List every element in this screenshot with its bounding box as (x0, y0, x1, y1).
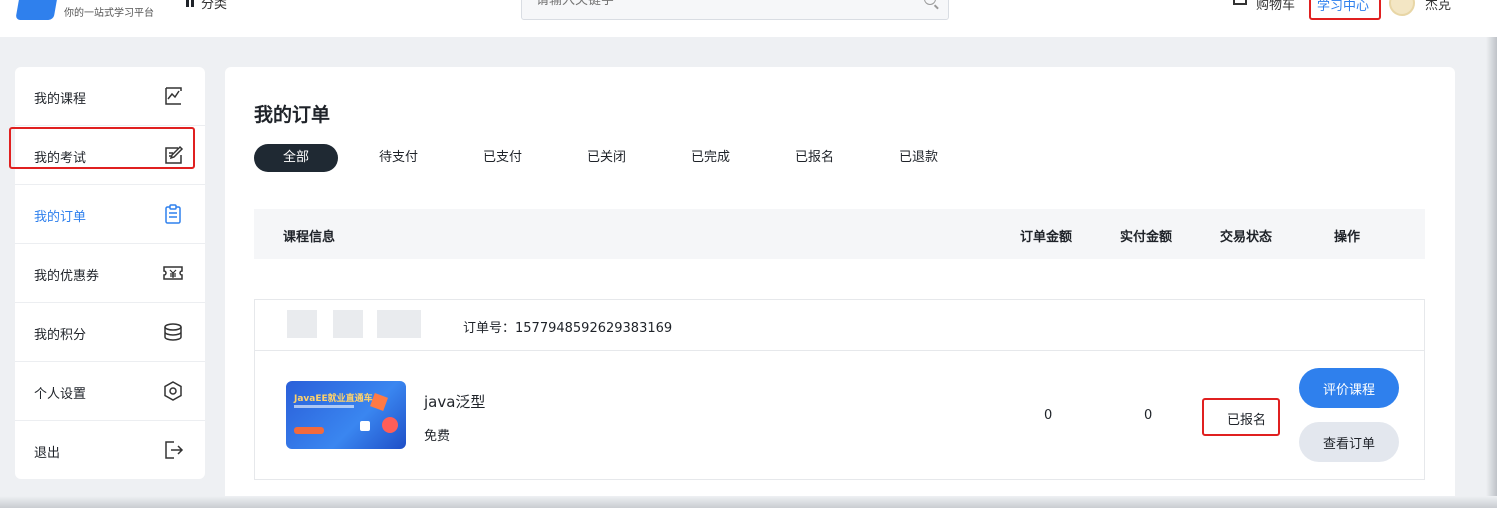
header-order-amount: 订单金额 (1020, 230, 1073, 245)
order-number: 订单号：1577948592629383169 (463, 321, 673, 336)
page-title: 我的订单 (254, 104, 331, 126)
thumbnail-button-graphic (294, 427, 324, 434)
category-menu[interactable]: 分类 (201, 0, 227, 12)
table-header: 课程信息 订单金额 实付金额 交易状态 操作 (254, 209, 1425, 259)
tab-enrolled[interactable]: 已报名 (795, 144, 834, 172)
review-course-button[interactable]: 评价课程 (1299, 368, 1399, 408)
header-course-info: 课程信息 (283, 230, 336, 245)
thumbnail-title: JavaEE就业直通车 (294, 394, 373, 404)
cart-link[interactable]: 购物车 (1256, 0, 1295, 13)
tab-refunded[interactable]: 已退款 (899, 144, 938, 172)
tab-pending-payment[interactable]: 待支付 (379, 144, 418, 172)
sidebar-item-points[interactable]: 我的积分 (15, 303, 205, 362)
header-actions: 操作 (1334, 230, 1361, 245)
logo-tagline: 你的一站式学习平台 (64, 8, 154, 19)
coins-icon (164, 323, 182, 341)
tab-all[interactable]: 全部 (254, 144, 338, 172)
blurred-info (287, 310, 317, 338)
avatar[interactable] (1389, 0, 1415, 16)
sidebar-item-coupons[interactable]: 我的优惠券 (15, 244, 205, 303)
settings-icon (164, 381, 182, 401)
thumbnail-decoration (370, 393, 388, 411)
study-center-link[interactable]: 学习中心 (1309, 0, 1381, 20)
search-bar[interactable] (521, 0, 949, 20)
logout-icon (165, 441, 184, 459)
order-header-row: 订单号：1577948592629383169 (255, 300, 1424, 351)
search-icon[interactable] (924, 0, 936, 5)
orders-panel: 我的订单 全部 待支付 已支付 已关闭 已完成 已报名 已退款 课程信息 订单金… (225, 67, 1455, 508)
category-icon[interactable] (186, 0, 195, 7)
tab-completed[interactable]: 已完成 (691, 144, 730, 172)
course-thumbnail[interactable]: JavaEE就业直通车 (286, 381, 406, 449)
coupon-icon (163, 266, 183, 280)
window-bottom-shadow (0, 496, 1497, 508)
blurred-info (333, 310, 363, 338)
sidebar-item-orders[interactable]: 我的订单 (15, 185, 205, 244)
top-header: 你的一站式学习平台 分类 购物车 学习中心 杰克 (0, 0, 1497, 37)
thumbnail-subtitle-bar (294, 405, 354, 408)
username[interactable]: 杰克 (1425, 0, 1451, 13)
cart-icon[interactable] (1233, 0, 1247, 5)
sidebar-highlight-box (9, 127, 195, 169)
study-center-label: 学习中心 (1317, 0, 1370, 14)
thumbnail-decoration (382, 417, 398, 433)
chart-icon (165, 87, 182, 105)
order-amount: 0 (1044, 408, 1053, 423)
sidebar-item-courses[interactable]: 我的课程 (15, 67, 205, 126)
sidebar-item-label: 我的订单 (34, 210, 87, 225)
sidebar-item-settings[interactable]: 个人设置 (15, 362, 205, 421)
view-order-button[interactable]: 查看订单 (1299, 422, 1399, 462)
order-card: 订单号：1577948592629383169 JavaEE就业直通车 java… (254, 299, 1425, 480)
status-highlight-box: 已报名 (1202, 398, 1280, 436)
search-input[interactable] (536, 0, 896, 8)
sidebar-item-label: 个人设置 (34, 387, 87, 402)
paid-amount: 0 (1144, 408, 1153, 423)
sidebar-item-label: 我的积分 (34, 328, 87, 343)
tab-closed[interactable]: 已关闭 (587, 144, 626, 172)
header-trade-status: 交易状态 (1220, 230, 1273, 245)
trade-status: 已报名 (1227, 413, 1267, 428)
blurred-info (377, 310, 421, 338)
sidebar-item-label: 我的优惠券 (34, 269, 100, 284)
course-price: 免费 (424, 429, 451, 444)
sidebar-item-label: 退出 (34, 446, 61, 461)
thumbnail-decoration (360, 421, 370, 431)
header-paid-amount: 实付金额 (1120, 230, 1173, 245)
logo-icon[interactable] (15, 0, 59, 20)
clipboard-icon (165, 204, 181, 224)
course-name[interactable]: java泛型 (424, 391, 485, 412)
tab-paid[interactable]: 已支付 (483, 144, 522, 172)
window-edge-shadow (1486, 37, 1497, 508)
sidebar-item-label: 我的课程 (34, 92, 87, 107)
sidebar-item-logout[interactable]: 退出 (15, 421, 205, 480)
